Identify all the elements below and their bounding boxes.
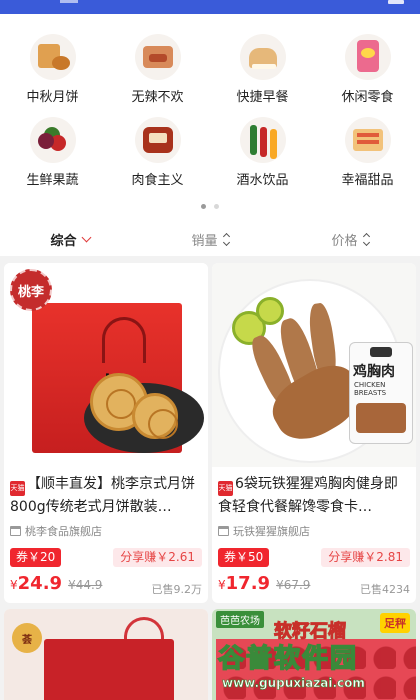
category-label: 休闲零食 [341,90,394,105]
brand-stamp: 荟 [12,623,42,653]
sort-bar: 综合 销量 价格 [0,222,420,256]
category-drinks[interactable]: 酒水饮品 [210,117,315,188]
pager-dot-2[interactable] [214,204,219,209]
product-card[interactable]: 桃 李 桃李 天猫【顺丰直发】桃李京式月饼800g传统老式月饼散装… 桃李食品旗… [4,263,208,603]
promo-badge: 足秤 [380,613,410,633]
header-title-fragment [60,0,78,3]
category-fresh-produce[interactable]: 生鲜果蔬 [0,117,105,188]
share-earn-button[interactable]: 分享赚￥2.61 [113,548,202,567]
category-label: 无辣不欢 [131,90,184,105]
watermark-title: 谷普软件园 [217,643,359,675]
category-label: 生鲜果蔬 [26,173,79,188]
meat-icon [134,117,181,163]
category-spicy[interactable]: 无辣不欢 [105,34,210,105]
coupon-badge[interactable]: 券￥20 [10,548,62,567]
price-value: 24.9 [17,573,63,594]
category-label: 酒水饮品 [236,173,289,188]
top-header-bar [0,0,420,14]
header-menu-icon[interactable] [388,0,404,4]
sort-sales[interactable]: 销量 [140,222,280,256]
shop-name[interactable]: 玩铁猩猩旗舰店 [218,523,310,539]
product-title[interactable]: 天猫 【顺丰直发】桃李京式月饼800g传统老式月饼散装… [10,473,202,517]
store-icon [218,526,229,536]
shop-name-text: 玩铁猩猩旗舰店 [233,525,310,538]
category-breakfast[interactable]: 快捷早餐 [210,34,315,105]
shop-name[interactable]: 桃李食品旗舰店 [10,523,102,539]
category-snacks[interactable]: 休闲零食 [315,34,420,105]
snack-bag-icon [344,34,391,80]
package-meat-photo [356,403,406,433]
category-pager [0,204,420,209]
category-grid: 中秋月饼 无辣不欢 快捷早餐 休闲零食 生鲜果蔬 肉食主义 酒水饮品 幸福甜品 [0,34,420,188]
product-card[interactable]: 鸡胸肉 CHICKEN BREASTS 天猫 6袋玩铁猩猩鸡胸肉健身即食轻食代餐解… [212,263,416,603]
sold-count: 已售4234 [360,583,410,596]
sort-price[interactable]: 价格 [280,222,420,256]
sort-comprehensive[interactable]: 综合 [0,222,140,256]
bag-handle [102,317,146,363]
category-label: 中秋月饼 [26,90,79,105]
tmall-badge-icon: 天猫 [218,481,233,496]
dessert-box-icon [344,117,391,163]
fruit-icon [29,117,76,163]
current-price: ¥24.9 [10,573,62,594]
original-price: ¥44.9 [68,578,103,592]
mooncake-image [132,393,178,439]
shop-name-text: 桃李食品旗舰店 [25,525,102,538]
product-title-text: 6袋玩铁猩猩鸡胸肉健身即食轻食代餐解馋零食卡… [218,476,398,515]
category-label: 肉食主义 [131,173,184,188]
store-icon [10,526,21,536]
lime-image [256,297,284,325]
category-panel: 中秋月饼 无辣不欢 快捷早餐 休闲零食 生鲜果蔬 肉食主义 酒水饮品 幸福甜品 [0,14,420,222]
price-row: ¥17.9 ¥67.9 [218,573,310,594]
product-title-text: 【顺丰直发】桃李京式月饼800g传统老式月饼散装… [10,476,195,515]
coupon-badge[interactable]: 券￥50 [218,548,270,567]
currency-symbol: ¥ [218,578,226,592]
product-image[interactable]: 荟 [4,609,208,700]
sold-count: 已售9.2万 [151,583,203,596]
original-price: ¥67.9 [276,578,311,592]
category-meat[interactable]: 肉食主义 [105,117,210,188]
sort-label: 综合 [50,233,77,249]
category-label: 快捷早餐 [236,90,289,105]
package-title: 鸡胸肉 [353,364,395,380]
package-image: 鸡胸肉 CHICKEN BREASTS [350,343,412,443]
brand-logo: 桃李 [10,269,52,311]
currency-symbol: ¥ [10,578,18,592]
gift-box-image [44,639,174,700]
product-image[interactable]: 桃 李 桃李 [4,263,208,467]
category-label: 幸福甜品 [341,173,394,188]
share-earn-button[interactable]: 分享赚￥2.81 [321,548,410,567]
package-subtitle: CHICKEN BREASTS [354,381,387,397]
product-card[interactable]: 荟 [4,609,208,700]
bottles-icon [239,117,286,163]
watermark-url: www.gupuxiazai.com [222,676,365,691]
bread-icon [239,34,286,80]
sort-toggle-icon [222,232,230,246]
brand-tag: 芭芭农场 [216,611,264,628]
package-logo [370,347,392,357]
product-title[interactable]: 天猫 6袋玩铁猩猩鸡胸肉健身即食轻食代餐解馋零食卡… [218,473,410,517]
mooncake-icon [29,34,76,80]
spicy-food-icon [134,34,181,80]
category-desserts[interactable]: 幸福甜品 [315,117,420,188]
sort-label: 销量 [191,233,218,249]
current-price: ¥17.9 [218,573,270,594]
sort-label: 价格 [331,233,358,249]
price-row: ¥24.9 ¥44.9 [10,573,102,594]
sort-toggle-icon [362,232,370,246]
product-image[interactable]: 鸡胸肉 CHICKEN BREASTS [212,263,416,467]
price-value: 17.9 [225,573,271,594]
pager-dot-1[interactable] [201,204,206,209]
category-mooncake[interactable]: 中秋月饼 [0,34,105,105]
chevron-down-icon [81,232,91,242]
tmall-badge-icon: 天猫 [10,481,25,496]
site-watermark: 谷普软件园 www.gupuxiazai.com [214,636,420,700]
